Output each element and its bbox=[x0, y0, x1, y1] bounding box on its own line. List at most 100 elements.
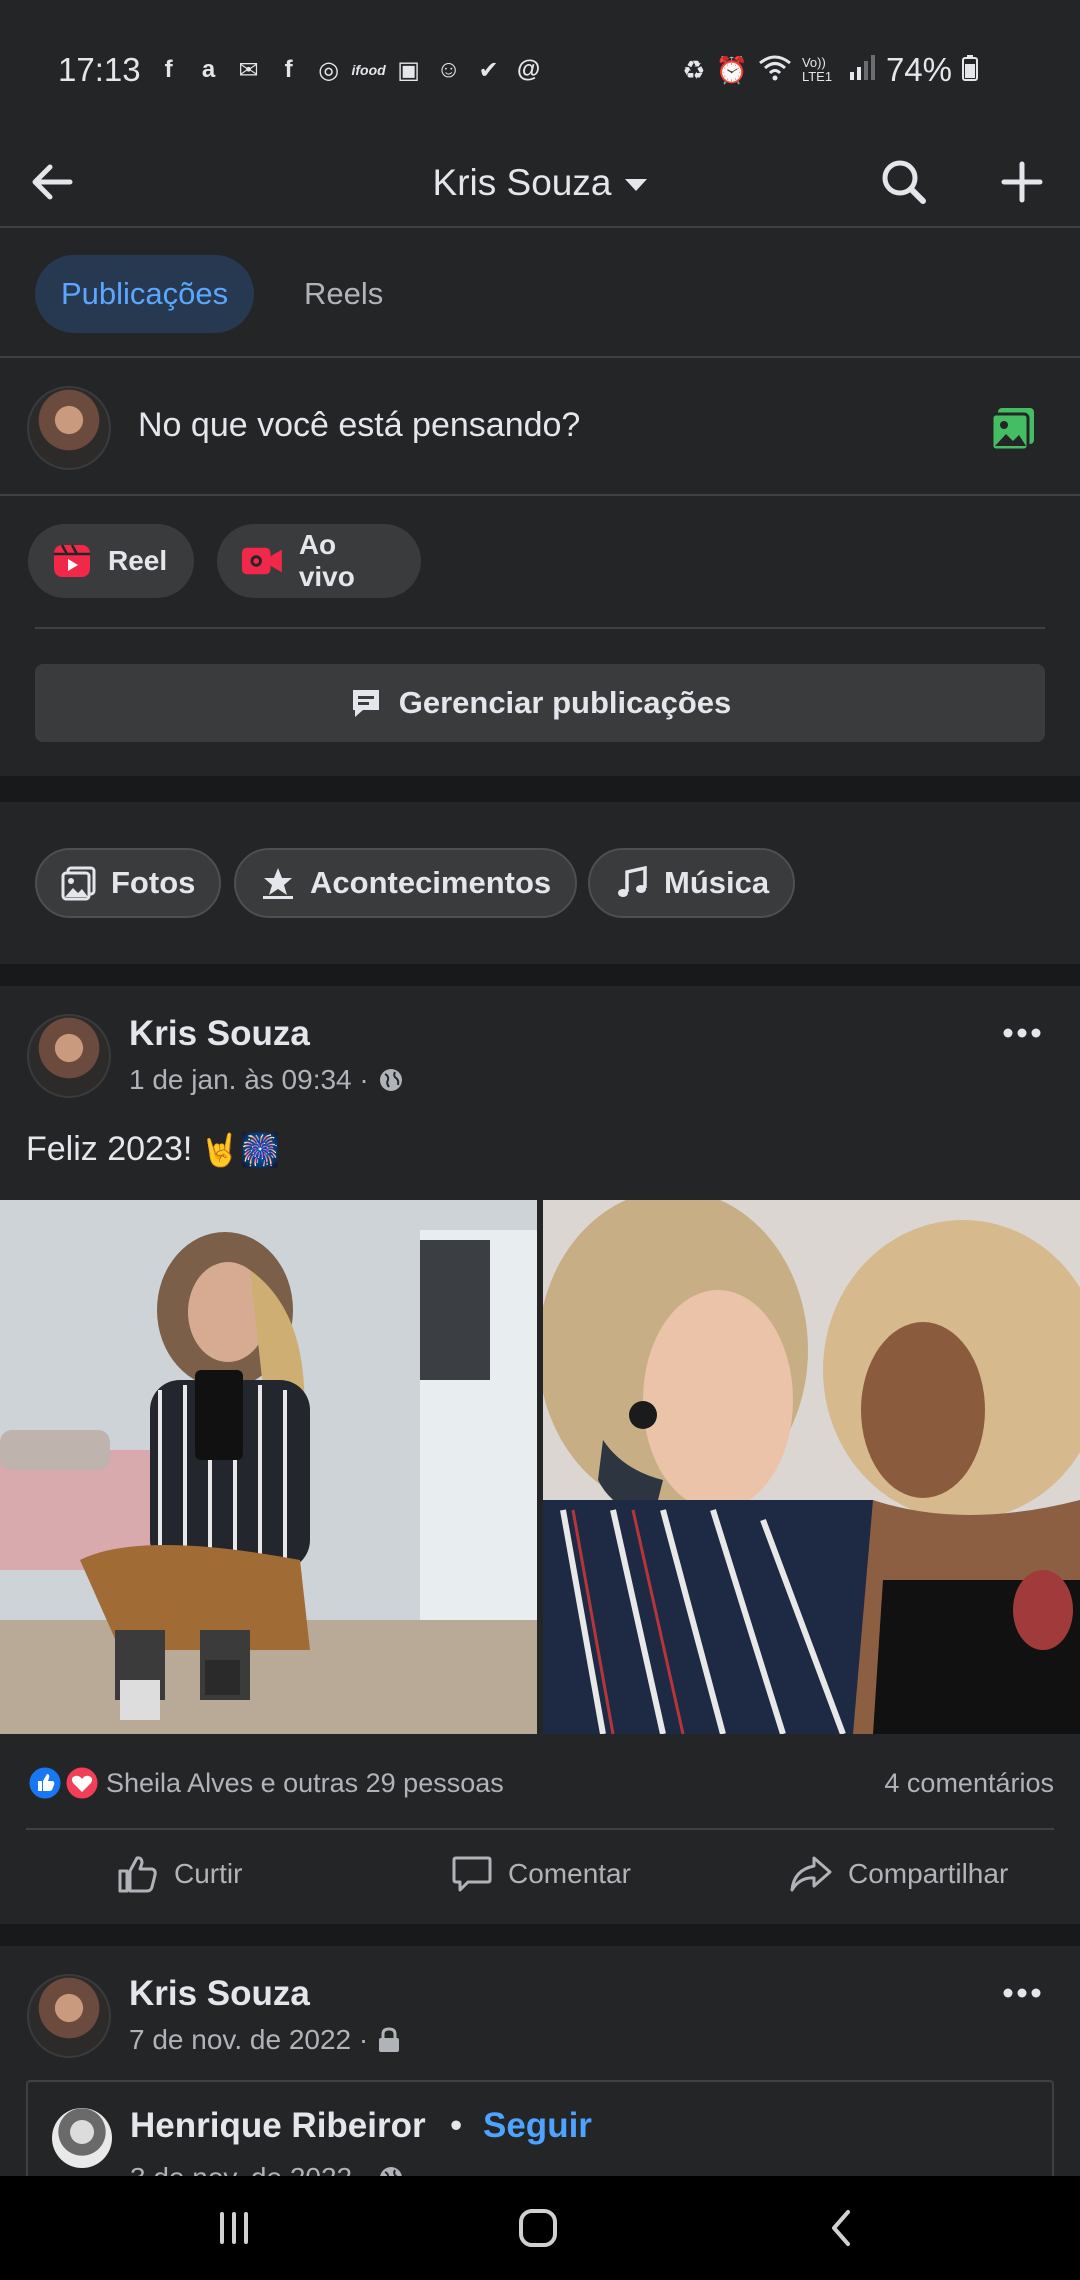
status-time: 17:13 bbox=[58, 51, 141, 88]
post-caption: Feliz 2023! bbox=[26, 1130, 193, 1168]
gallery-icon: ▣ bbox=[397, 56, 420, 84]
post-meta: 1 de jan. às 09:34 · bbox=[129, 1064, 405, 1096]
alarm-icon: ⏰ bbox=[715, 54, 748, 85]
notification-icons: f a ✉ f ◎ ifood ▣ ☺ ✔ @ bbox=[155, 56, 543, 84]
facebook-icon: f bbox=[284, 56, 293, 83]
post-photo-couple[interactable] bbox=[543, 1200, 1080, 1734]
message-square-icon bbox=[352, 690, 379, 717]
post-photos bbox=[0, 1200, 1080, 1734]
like-button[interactable]: Curtir bbox=[116, 1852, 242, 1896]
manage-posts-button[interactable]: Gerenciar publicações bbox=[35, 664, 1045, 742]
home-icon[interactable] bbox=[508, 2198, 568, 2258]
shield-icon: ☺ bbox=[436, 56, 461, 83]
reaction-icons bbox=[26, 1764, 101, 1802]
lock-icon bbox=[379, 2027, 400, 2052]
post-header: Kris Souza 7 de nov. de 2022 · bbox=[0, 1946, 1080, 2066]
caret-down-icon bbox=[625, 179, 648, 192]
live-button[interactable]: Ao vivo bbox=[217, 524, 421, 598]
post-actions: Curtir Comentar Compartilhar bbox=[0, 1830, 1080, 1924]
mail-icon: ✉ bbox=[238, 56, 259, 84]
reactions-summary[interactable]: Sheila Alves e outras 29 pessoas bbox=[106, 1768, 504, 1799]
post-header: Kris Souza 1 de jan. às 09:34 · bbox=[0, 986, 1080, 1106]
comment-bubble-icon bbox=[452, 1856, 492, 1892]
status-bar: 17:13 f a ✉ f ◎ ifood ▣ ☺ ✔ @ ♻ ⏰ Vo)) L… bbox=[0, 0, 1080, 140]
post-timestamp[interactable]: 7 de nov. de 2022 · bbox=[129, 2024, 368, 2056]
search-icon[interactable] bbox=[874, 152, 934, 212]
composer-prompt[interactable]: No que você está pensando? bbox=[138, 406, 580, 445]
live-video-icon bbox=[241, 547, 282, 575]
at-icon: @ bbox=[516, 56, 541, 83]
quick-actions: Reel Ao vivo bbox=[0, 498, 1080, 628]
reactions-bar[interactable]: Sheila Alves e outras 29 pessoas 4 comen… bbox=[0, 1734, 1080, 1830]
shared-post-card[interactable]: Henrique Ribeiror • Seguir 3 de nov. de … bbox=[26, 2080, 1054, 2190]
manage-posts-label: Gerenciar publicações bbox=[398, 685, 732, 720]
battery-icon bbox=[962, 51, 978, 89]
back-icon[interactable] bbox=[812, 2198, 872, 2258]
page-title: Kris Souza bbox=[432, 162, 612, 203]
photo-couple-image bbox=[543, 1200, 1080, 1734]
photos-icon bbox=[61, 866, 96, 901]
events-chip[interactable]: Acontecimentos bbox=[234, 848, 578, 918]
section-separator bbox=[0, 1924, 1080, 1946]
wifi-icon bbox=[758, 53, 792, 88]
volte-icon: Vo)) LTE1 bbox=[801, 55, 833, 84]
instagram-icon: ◎ bbox=[318, 56, 340, 84]
post-photo-selfie[interactable] bbox=[0, 1200, 537, 1734]
photos-label: Fotos bbox=[111, 865, 196, 900]
photo-selfie-image bbox=[0, 1200, 537, 1734]
share-label: Compartilhar bbox=[848, 1858, 1009, 1889]
post-composer[interactable]: No que você está pensando? bbox=[0, 360, 1080, 496]
photo-icon[interactable] bbox=[990, 404, 1038, 452]
recents-icon[interactable] bbox=[204, 2198, 264, 2258]
avatar[interactable] bbox=[27, 1014, 111, 1098]
tab-reels[interactable]: Reels bbox=[278, 255, 409, 333]
like-label: Curtir bbox=[174, 1858, 243, 1889]
signal-icon bbox=[848, 54, 876, 87]
music-label: Música bbox=[664, 865, 770, 900]
star-flag-icon bbox=[263, 868, 293, 899]
comments-count[interactable]: 4 comentários bbox=[884, 1768, 1054, 1799]
facebook-icon: f bbox=[164, 56, 173, 83]
share-arrow-icon bbox=[790, 1856, 832, 1892]
battery-level: 74% bbox=[885, 51, 952, 88]
recycle-icon: ♻ bbox=[682, 54, 706, 85]
ifood-icon: ifood bbox=[351, 62, 386, 78]
shared-post-author[interactable]: Henrique Ribeiror bbox=[130, 2106, 426, 2146]
live-label: Ao vivo bbox=[298, 529, 355, 592]
music-chip[interactable]: Música bbox=[588, 848, 796, 918]
reel-button[interactable]: Reel bbox=[28, 524, 194, 598]
post-meta: 7 de nov. de 2022 · bbox=[129, 2024, 402, 2056]
more-options-icon[interactable] bbox=[1002, 1986, 1042, 2000]
section-separator bbox=[0, 776, 1080, 802]
photos-chip[interactable]: Fotos bbox=[35, 848, 222, 918]
post-author[interactable]: Kris Souza bbox=[129, 1014, 310, 1054]
avatar[interactable] bbox=[52, 2108, 112, 2168]
section-separator bbox=[0, 964, 1080, 986]
avatar[interactable] bbox=[27, 386, 111, 470]
amazon-icon: a bbox=[201, 56, 216, 83]
post-author[interactable]: Kris Souza bbox=[129, 1974, 310, 2014]
plus-icon[interactable] bbox=[992, 152, 1052, 212]
tab-publicacoes[interactable]: Publicações bbox=[35, 255, 255, 333]
separator-dot: • bbox=[450, 2106, 463, 2145]
avatar[interactable] bbox=[27, 1974, 111, 2058]
more-options-icon[interactable] bbox=[1002, 1026, 1042, 1040]
globe-icon bbox=[379, 1069, 402, 1091]
post-text: Feliz 2023! 🤘🎆 bbox=[26, 1130, 280, 1169]
profile-tabs: Publicações Reels bbox=[0, 230, 1080, 358]
divider bbox=[35, 627, 1045, 629]
check-icon: ✔ bbox=[478, 56, 499, 84]
thumbs-up-icon bbox=[118, 1856, 157, 1893]
comment-button[interactable]: Comentar bbox=[450, 1852, 631, 1896]
comment-label: Comentar bbox=[508, 1858, 631, 1889]
reel-icon bbox=[54, 544, 90, 577]
follow-button[interactable]: Seguir bbox=[483, 2106, 592, 2146]
post-emoji: 🤘🎆 bbox=[200, 1131, 281, 1168]
system-icons: ♻ ⏰ Vo)) LTE1 74% bbox=[682, 51, 978, 89]
post-timestamp[interactable]: 1 de jan. às 09:34 · bbox=[129, 1064, 369, 1096]
share-button[interactable]: Compartilhar bbox=[788, 1852, 1008, 1896]
feed-post: Kris Souza 1 de jan. às 09:34 · Feliz 20… bbox=[0, 986, 1080, 1924]
profile-filters: Fotos Acontecimentos Música bbox=[0, 802, 1080, 964]
reel-label: Reel bbox=[108, 545, 168, 576]
app-bar: Kris Souza bbox=[0, 140, 1080, 228]
